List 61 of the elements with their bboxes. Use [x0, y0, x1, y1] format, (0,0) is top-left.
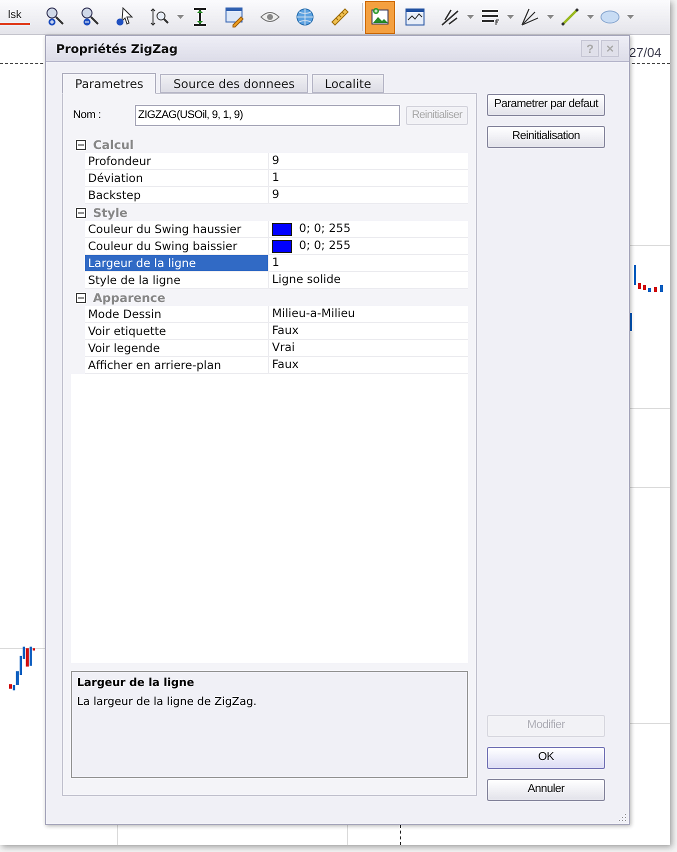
property-name[interactable]: Mode Dessin — [85, 306, 269, 322]
property-value[interactable]: Vrai — [272, 339, 295, 357]
dropdown-caret-icon[interactable] — [585, 15, 595, 19]
color-swatch[interactable] — [272, 222, 292, 236]
property-name[interactable]: Voir etiquette — [85, 323, 269, 339]
property-name[interactable]: Largeur de la ligne — [85, 255, 269, 271]
dropdown-caret-icon[interactable] — [505, 15, 515, 19]
property-name[interactable]: Voir legende — [85, 340, 269, 356]
zoom-icon — [149, 6, 171, 28]
color-swatch[interactable] — [272, 240, 292, 252]
property-value[interactable]: Ligne solide — [272, 271, 341, 289]
edit-window-icon — [224, 6, 246, 28]
property-name[interactable]: Backstep — [85, 187, 269, 203]
tab[interactable]: Parametres — [62, 73, 156, 94]
field-label: Nom : — [72, 108, 102, 123]
collapse-toggle-icon[interactable] — [76, 140, 86, 150]
property-value[interactable]: 9 — [272, 152, 280, 170]
property-value[interactable]: Faux — [272, 322, 299, 340]
property-value[interactable]: 1 — [272, 254, 280, 272]
description-text: La largeur de la ligne de ZigZag. — [77, 694, 258, 710]
property-value[interactable]: Faux — [272, 356, 299, 374]
dropdown-caret-icon[interactable] — [545, 15, 555, 19]
zoom-in-icon — [44, 6, 66, 28]
fan-lines-icon — [519, 6, 541, 28]
category-header: Apparence — [93, 290, 166, 306]
collapse-toggle-icon[interactable] — [76, 208, 86, 218]
property-name[interactable]: Afficher en arriere-plan — [85, 357, 269, 373]
property-value[interactable]: Milieu-a-Milieu — [272, 305, 356, 323]
dropdown-caret-icon[interactable] — [625, 15, 635, 19]
dropdown-caret-icon[interactable] — [175, 15, 185, 19]
property-name[interactable]: Couleur du Swing haussier — [85, 221, 269, 237]
pointer-icon — [114, 6, 136, 28]
property-name[interactable]: Profondeur — [85, 153, 269, 169]
dialog-button[interactable]: Reinitialisation — [487, 126, 605, 148]
toolbar-button[interactable] — [365, 0, 395, 34]
ruler-icon — [329, 6, 351, 28]
collapse-toggle-icon[interactable] — [76, 292, 86, 302]
globe-icon — [294, 6, 316, 28]
line-icon — [559, 6, 581, 28]
chart-window-icon — [404, 6, 426, 28]
date-label: 27/04 — [629, 44, 662, 62]
property-name[interactable]: Couleur du Swing baissier — [85, 238, 269, 254]
dialog-button[interactable]: Parametrer par defaut — [487, 94, 605, 116]
category-header: Calcul — [93, 136, 134, 154]
zoom-out-icon — [79, 6, 101, 28]
toolbar-label: lsk — [0, 9, 30, 25]
description-title: Largeur de la ligne — [77, 675, 196, 691]
tab[interactable]: Localite — [312, 74, 384, 93]
property-value[interactable]: 0; 0; 255 — [299, 220, 351, 238]
name-field[interactable]: ZIGZAG(USOil, 9, 1, 9) — [135, 104, 400, 126]
property-value[interactable]: 1 — [272, 169, 280, 187]
property-name[interactable]: Déviation — [85, 170, 269, 186]
window-title: Propriétés ZigZag — [56, 40, 179, 58]
dialog-button[interactable]: Annuler — [487, 779, 605, 801]
dropdown-caret-icon[interactable] — [465, 15, 475, 19]
property-value[interactable]: 9 — [272, 186, 280, 204]
tab[interactable]: Source des donnees — [160, 74, 308, 93]
property-value[interactable]: 0; 0; 255 — [299, 237, 351, 255]
dialog-button[interactable]: OK — [487, 747, 605, 769]
category-header: Style — [93, 204, 128, 222]
property-name[interactable]: Style de la ligne — [85, 272, 269, 288]
